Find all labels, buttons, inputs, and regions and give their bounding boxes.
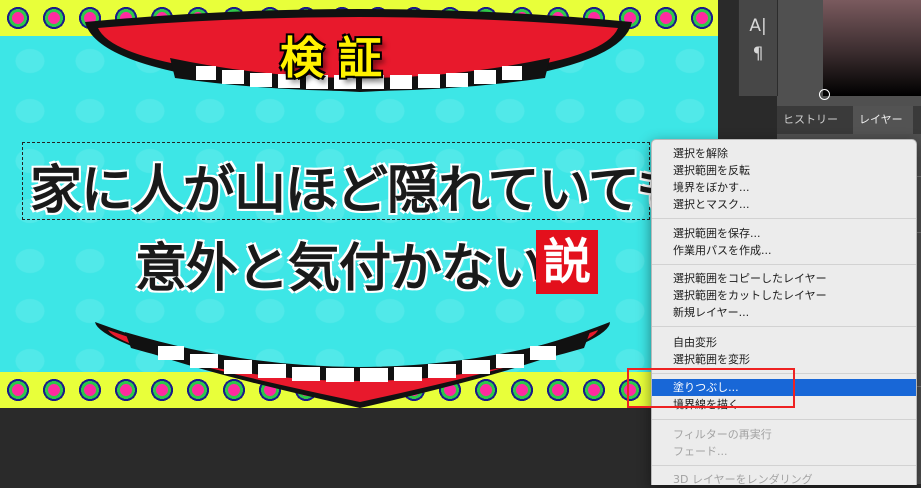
menu-item-save-selection[interactable]: 選択範囲を保存... [652, 225, 916, 242]
menu-item-transform-selection[interactable]: 選択範囲を変形 [652, 351, 916, 368]
menu-item-fade: フェード... [673, 445, 728, 458]
menu-separator [652, 465, 916, 466]
menu-item-layer-via-cut[interactable]: 選択範囲をカットしたレイヤー [652, 287, 916, 304]
header-title-text: 検証 [280, 33, 396, 84]
menu-item-inverse-selection[interactable]: 選択範囲を反転 [652, 162, 916, 179]
tab-history[interactable]: ヒストリー [777, 106, 851, 134]
menu-separator [652, 326, 916, 327]
menu-item-free-transform[interactable]: 自由変形 [652, 334, 916, 351]
badge-text: 説 [536, 230, 598, 294]
context-menu: 選択を解除 選択範囲を反転 境界をぼかす... 選択とマスク... 選択範囲を保… [651, 139, 917, 486]
document-canvas[interactable]: 検証 家に人が山ほど隠れていても 意外と気付かない 説 [0, 0, 718, 408]
menu-item-feather[interactable]: 境界をぼかす... [652, 179, 916, 196]
panel-icon-strip: A| ¶ [738, 0, 778, 96]
color-picker-cursor[interactable] [819, 89, 830, 100]
menu-item-render-3d-layer: 3D レイヤーをレンダリング [673, 473, 813, 486]
annotation-highlight-box [627, 368, 795, 408]
type-tool-icon[interactable]: A| [739, 16, 777, 36]
headline-line-1: 家に人が山ほど隠れていても [30, 161, 688, 221]
menu-item-layer-via-copy[interactable]: 選択範囲をコピーしたレイヤー [652, 270, 916, 287]
paragraph-icon[interactable]: ¶ [739, 44, 777, 64]
menu-item-new-layer[interactable]: 新規レイヤー... [652, 304, 916, 321]
menu-item-deselect[interactable]: 選択を解除 [652, 145, 916, 162]
menu-item-select-and-mask[interactable]: 選択とマスク... [652, 196, 916, 213]
menu-separator [652, 419, 916, 420]
menu-separator [652, 264, 916, 265]
panel-tab-bar: ヒストリー レイヤー [777, 106, 921, 134]
color-picker-field[interactable] [823, 0, 921, 96]
menu-item-repeat-filter: フィルターの再実行 [673, 428, 772, 441]
tab-layers[interactable]: レイヤー [853, 106, 913, 134]
menu-item-make-work-path[interactable]: 作業用パスを作成... [652, 242, 916, 259]
menu-separator [652, 218, 916, 219]
headline-line-2: 意外と気付かない [135, 239, 544, 299]
